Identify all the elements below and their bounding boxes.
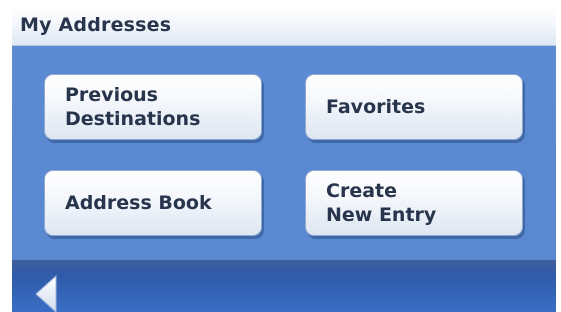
menu-panel: Previous Destinations Favorites Address …	[12, 46, 556, 260]
previous-destinations-button[interactable]: Previous Destinations	[44, 74, 262, 140]
previous-destinations-label: Previous Destinations	[65, 84, 201, 130]
bottom-bar	[12, 260, 556, 312]
favorites-button[interactable]: Favorites	[305, 74, 523, 140]
address-book-button[interactable]: Address Book	[44, 170, 262, 236]
address-book-label: Address Book	[65, 192, 212, 214]
create-new-entry-button[interactable]: Create New Entry	[305, 170, 523, 236]
create-new-entry-label: Create New Entry	[326, 180, 437, 226]
back-arrow-icon	[35, 274, 57, 312]
favorites-label: Favorites	[326, 96, 426, 118]
addresses-screen: My Addresses Previous Destinations Favor…	[12, 6, 556, 312]
back-button[interactable]	[32, 272, 62, 312]
title-bar: My Addresses	[12, 6, 556, 46]
page-title: My Addresses	[20, 14, 172, 36]
